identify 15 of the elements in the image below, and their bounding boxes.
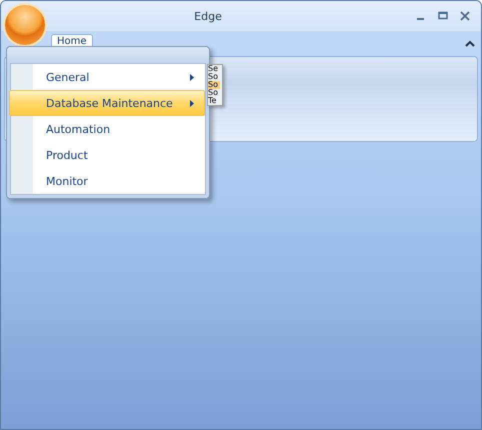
application-orb-button[interactable] bbox=[5, 5, 45, 45]
window-title: Edge bbox=[193, 10, 223, 22]
submenu-item[interactable]: Se bbox=[208, 65, 220, 73]
menu-item[interactable]: Database Maintenance bbox=[9, 90, 205, 116]
menu-item[interactable]: Automation bbox=[11, 116, 205, 142]
submenu-item[interactable]: So bbox=[208, 73, 220, 81]
close-icon[interactable] bbox=[459, 10, 471, 22]
submenu-item[interactable]: So bbox=[208, 81, 220, 89]
menu-item[interactable]: General bbox=[11, 64, 205, 90]
maximize-icon[interactable] bbox=[437, 10, 449, 22]
menu-item[interactable]: Monitor bbox=[11, 168, 205, 194]
submenu-item[interactable]: Te bbox=[208, 97, 220, 105]
menu-item[interactable]: Product bbox=[11, 142, 205, 168]
submenu-item[interactable]: So bbox=[208, 89, 220, 97]
collapse-caret-icon[interactable] bbox=[465, 40, 475, 48]
